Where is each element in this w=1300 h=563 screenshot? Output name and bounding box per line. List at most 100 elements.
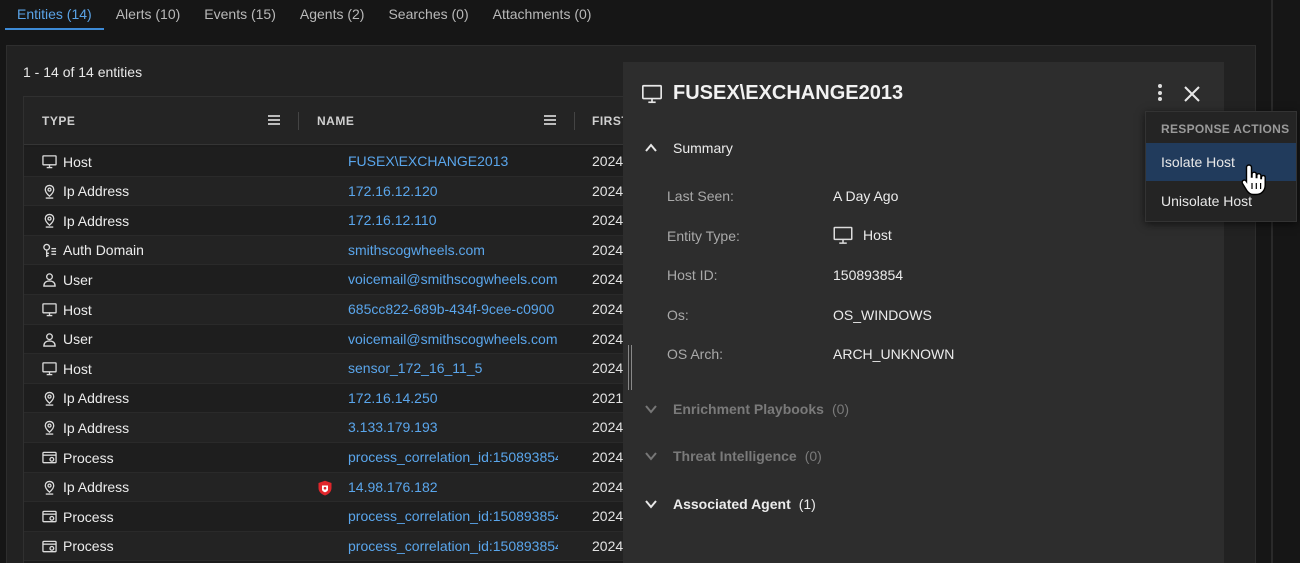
more-actions-icon[interactable] xyxy=(1155,84,1165,104)
tab-alerts[interactable]: Alerts (10) xyxy=(104,0,193,30)
field-value-text: A Day Ago xyxy=(833,188,899,204)
entity-name-link[interactable]: 14.98.176.182 xyxy=(348,473,558,502)
drawer-header: FUSEX\EXCHANGE2013 xyxy=(641,82,903,105)
table-row[interactable]: Ip Address 172.16.12.110 2024 xyxy=(24,206,642,236)
entity-name-link[interactable]: process_correlation_id:150893854 xyxy=(348,502,558,531)
entity-name-link[interactable]: 685cc822-689b-434f-9cee-c0900 xyxy=(348,295,558,324)
chevron-down-icon xyxy=(645,405,657,414)
type-label: Ip Address xyxy=(63,419,130,436)
tab-attachments[interactable]: Attachments (0) xyxy=(481,0,604,30)
entity-name-link[interactable]: FUSEX\EXCHANGE2013 xyxy=(348,147,558,176)
field-value: Host xyxy=(833,225,892,245)
unisolate-host-menu-item[interactable]: Unisolate Host xyxy=(1146,182,1296,220)
field-value-text: Host xyxy=(863,226,892,243)
column-header-name[interactable]: NAME xyxy=(317,97,354,145)
cell-first-seen: 2024 xyxy=(592,301,624,317)
cell-type: Ip Address xyxy=(42,177,129,206)
tab-agents[interactable]: Agents (2) xyxy=(288,0,377,30)
associated-agent-toggle[interactable]: Associated Agent (1) xyxy=(645,496,816,512)
entity-name-link[interactable]: process_correlation_id:150893854 xyxy=(348,443,558,472)
cell-type: Host xyxy=(42,295,92,324)
entity-name-link[interactable]: voicemail@smithscogwheels.com xyxy=(348,325,558,354)
table-row[interactable]: Process process_correlation_id:150893854 2… xyxy=(24,502,642,532)
cell-type: Ip Address xyxy=(42,473,129,502)
cell-type: Host xyxy=(42,354,92,383)
type-label: Process xyxy=(63,449,114,466)
threat-shield-icon xyxy=(318,480,332,496)
table-row[interactable]: Host sensor_172_16_11_5 2024 xyxy=(24,354,642,384)
tab-events[interactable]: Events (15) xyxy=(192,0,288,30)
entity-name-link[interactable]: voicemail@smithscogwheels.com xyxy=(348,265,558,294)
summary-label: Summary xyxy=(673,140,733,156)
entity-name-link[interactable]: 172.16.12.120 xyxy=(348,177,558,206)
entity-name-link[interactable]: sensor_172_16_11_5 xyxy=(348,354,558,383)
cell-type: User xyxy=(42,325,93,354)
section-label: Enrichment Playbooks xyxy=(673,401,824,417)
process-icon xyxy=(42,509,57,524)
cell-first-seen: 2024 xyxy=(592,153,624,169)
table-row[interactable]: Process process_correlation_id:150893854 2… xyxy=(24,531,642,562)
user-icon xyxy=(42,332,57,347)
column-menu-icon[interactable] xyxy=(268,115,280,125)
summary-section-toggle[interactable]: Summary xyxy=(645,140,733,156)
cell-first-seen: 2024 xyxy=(592,360,624,377)
entity-name-link[interactable]: 3.133.179.193 xyxy=(348,413,558,442)
table-row[interactable]: Process process_correlation_id:150893854 2… xyxy=(24,443,642,473)
threat-intelligence-toggle[interactable]: Threat Intelligence (0) xyxy=(645,448,822,464)
tab-searches[interactable]: Searches (0) xyxy=(376,0,480,30)
section-count: (1) xyxy=(798,496,816,512)
column-menu-icon[interactable] xyxy=(544,115,556,125)
cell-type: Auth Domain xyxy=(42,236,144,265)
isolate-host-menu-item[interactable]: Isolate Host xyxy=(1146,143,1296,181)
entity-name-link[interactable]: 172.16.14.250 xyxy=(348,384,558,413)
tab-entities[interactable]: Entities (14) xyxy=(5,0,104,30)
table-body: Host FUSEX\EXCHANGE2013 2024 Ip Address 172.… xyxy=(24,147,642,563)
location-pin-icon xyxy=(42,391,57,406)
table-row[interactable]: Host FUSEX\EXCHANGE2013 2024 xyxy=(24,147,642,177)
table-row[interactable]: Ip Address 172.16.14.250 2021 xyxy=(24,383,642,414)
field-label: Os: xyxy=(667,306,689,323)
cell-first-seen: 2024 xyxy=(592,241,624,258)
table-row[interactable]: Ip Address 3.133.179.193 2024 xyxy=(24,413,642,443)
cell-type: Ip Address xyxy=(42,384,129,413)
table-row[interactable]: Ip Address 172.16.12.120 2024 xyxy=(24,176,642,207)
table-row[interactable]: User voicemail@smithscogwheels.com 2024 xyxy=(24,324,642,355)
type-label: Ip Address xyxy=(63,212,130,229)
column-separator[interactable] xyxy=(574,112,575,130)
hand-cursor-icon xyxy=(1241,164,1266,196)
cell-type: Ip Address xyxy=(42,413,129,442)
field-value-text: OS_WINDOWS xyxy=(833,306,932,323)
entity-name-link[interactable]: 172.16.12.110 xyxy=(348,206,558,235)
monitor-icon xyxy=(42,302,57,317)
type-label: Process xyxy=(63,508,114,525)
table-row[interactable]: Auth Domain smithscogwheels.com 2024 xyxy=(24,235,642,266)
cell-first-seen: 2024 xyxy=(592,449,624,465)
table-row[interactable]: Ip Address 14.98.176.182 2024 xyxy=(24,472,642,503)
location-pin-icon xyxy=(42,420,57,436)
entity-name-link[interactable]: smithscogwheels.com xyxy=(348,236,558,265)
section-label: Associated Agent xyxy=(673,496,791,512)
table-row[interactable]: Host 685cc822-689b-434f-9cee-c0900 2024 xyxy=(24,295,642,325)
menu-header: RESPONSE ACTIONS xyxy=(1161,122,1290,136)
type-label: Process xyxy=(63,538,114,555)
cell-type: Host xyxy=(42,147,92,176)
entity-detail-drawer: FUSEX\EXCHANGE2013 Summary Last Seen: A D… xyxy=(623,62,1224,563)
cell-type: Process xyxy=(42,502,114,531)
entity-name-link[interactable]: process_correlation_id:150893854 xyxy=(348,532,558,561)
cell-type: Process xyxy=(42,532,114,561)
monitor-icon xyxy=(642,84,662,103)
field-value: ARCH_UNKNOWN xyxy=(833,346,954,362)
table-row[interactable]: User voicemail@smithscogwheels.com 2024 xyxy=(24,265,642,295)
location-pin-icon xyxy=(42,184,57,199)
entities-count: 1 - 14 of 14 entities xyxy=(23,64,143,80)
column-separator[interactable] xyxy=(298,112,299,130)
type-label: Host xyxy=(63,360,92,377)
column-header-type[interactable]: TYPE xyxy=(42,97,75,145)
drawer-title: FUSEX\EXCHANGE2013 xyxy=(673,82,904,104)
field-label: OS Arch: xyxy=(667,346,724,362)
cell-type: Process xyxy=(42,443,114,472)
enrichment-playbooks-toggle[interactable]: Enrichment Playbooks (0) xyxy=(645,401,849,417)
type-label: Ip Address xyxy=(63,183,130,200)
drawer-resize-handle[interactable] xyxy=(628,345,632,390)
close-icon[interactable] xyxy=(1182,84,1202,104)
